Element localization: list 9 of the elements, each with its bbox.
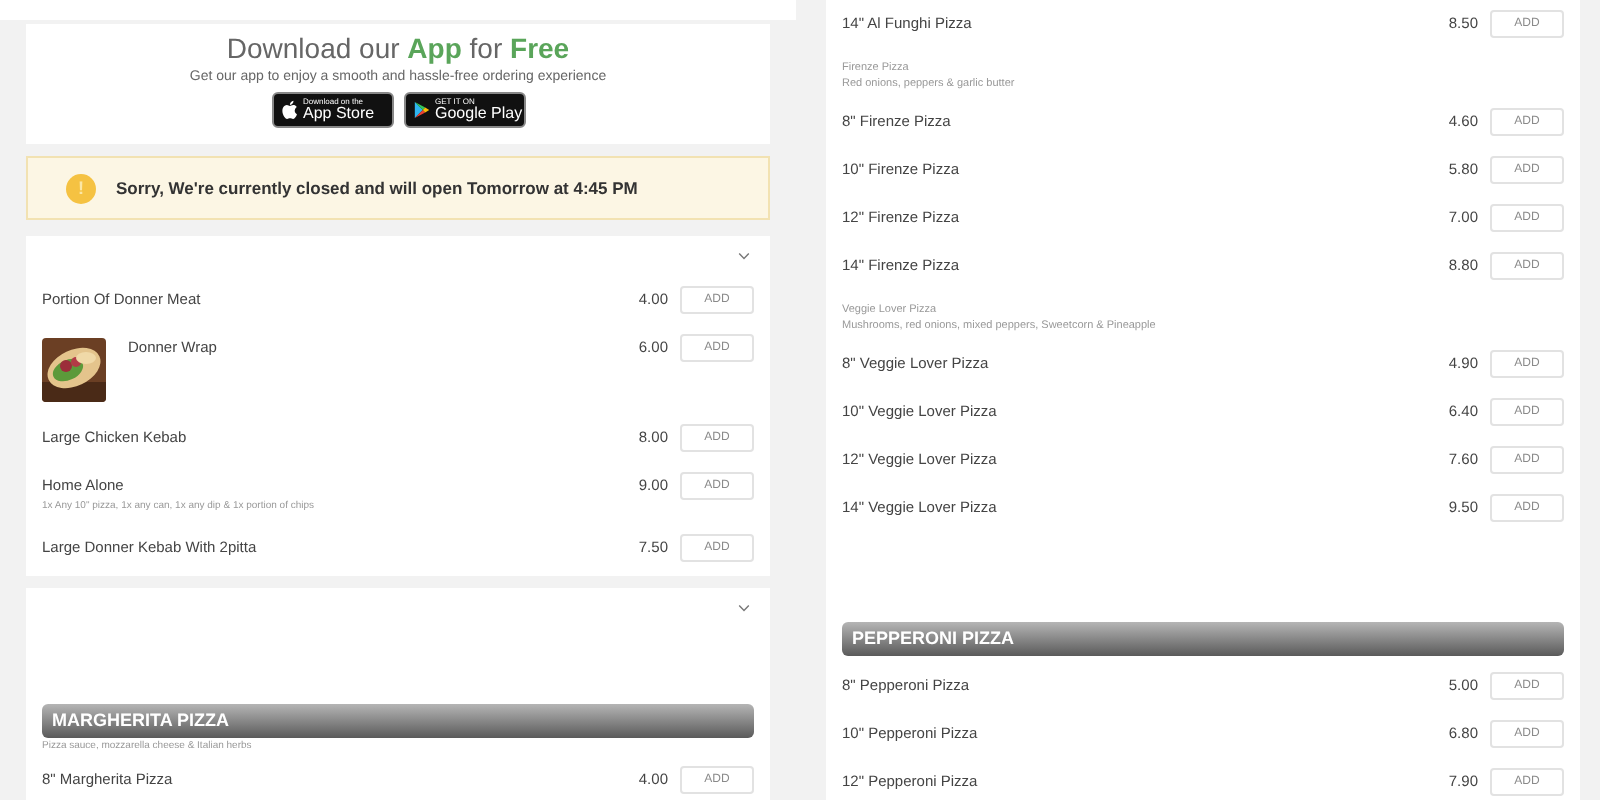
category-header: MARGHERITA PIZZA bbox=[42, 704, 754, 738]
play-triangle-icon bbox=[413, 100, 429, 120]
apple-icon bbox=[281, 100, 297, 120]
closed-notice-text: Sorry, We're currently closed and will open Tomorrow at 4:45 PM bbox=[116, 178, 638, 198]
chevron-down-icon[interactable] bbox=[738, 604, 750, 612]
category-header: PEPPERONI PIZZA bbox=[842, 622, 1564, 656]
warning-icon: ! bbox=[66, 173, 96, 203]
app-banner-title: Download our App for Free bbox=[226, 32, 570, 66]
chevron-down-icon[interactable] bbox=[738, 252, 750, 260]
